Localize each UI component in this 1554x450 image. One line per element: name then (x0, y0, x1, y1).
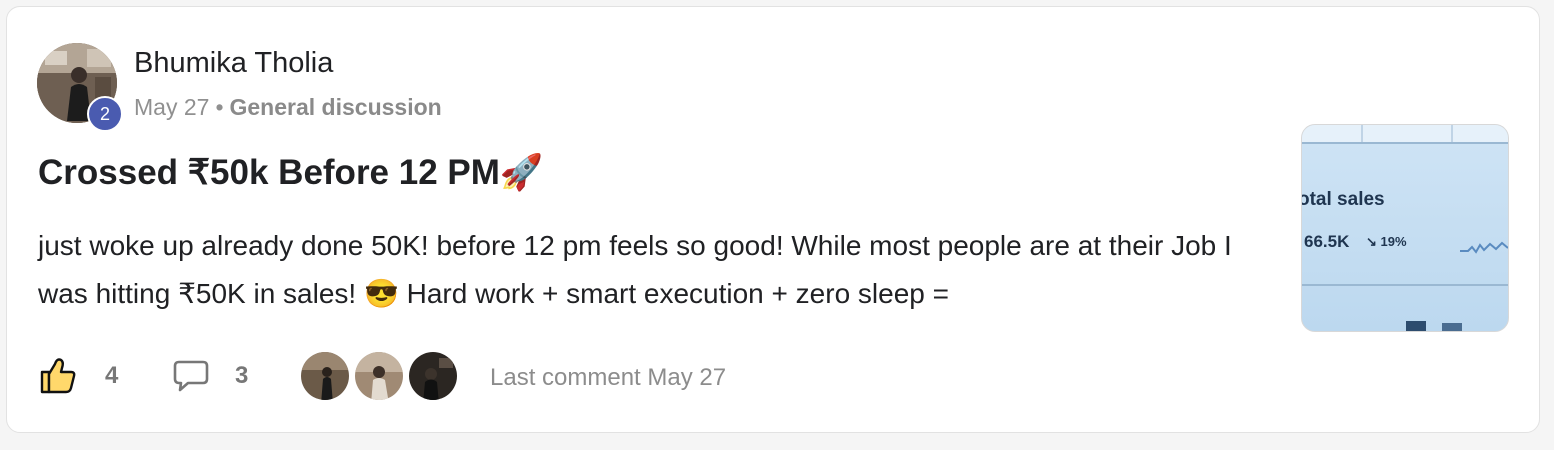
like-button[interactable] (38, 355, 78, 395)
post-meta: May 27 • General discussion (134, 94, 442, 121)
meta-separator: • (215, 94, 224, 120)
last-comment-text: Last comment May 27 (490, 364, 727, 391)
thumbs-up-icon (40, 358, 76, 394)
thumbnail-value: 66.5K (1304, 232, 1350, 251)
post-title[interactable]: Crossed ₹50k Before 12 PM🚀 (38, 152, 543, 193)
thumbnail-label: otal sales (1301, 189, 1385, 210)
speech-bubble-icon (173, 360, 209, 392)
comment-button[interactable] (171, 357, 211, 395)
post-body[interactable]: just woke up already done 50K! before 12… (38, 222, 1268, 318)
author-name[interactable]: Bhumika Tholia (134, 47, 333, 80)
post-date: May 27 (134, 94, 210, 120)
post-card[interactable]: 2 Bhumika Tholia May 27 • General discussi… (6, 6, 1540, 433)
commenter-avatar[interactable] (407, 350, 459, 402)
thumbnail-change: ↘ 19% (1366, 234, 1407, 249)
post-footer: 4 3 Last comment May 27 (38, 347, 1038, 405)
post-thumbnail[interactable]: otal sales 66.5K ↘ 19% (1301, 124, 1509, 332)
like-count: 4 (105, 362, 119, 389)
post-category[interactable]: General discussion (230, 94, 442, 120)
author-avatar-wrap[interactable]: 2 (37, 43, 123, 132)
level-badge: 2 (87, 96, 123, 132)
comment-count: 3 (235, 362, 249, 389)
commenter-avatar[interactable] (299, 350, 351, 402)
commenter-avatar[interactable] (353, 350, 405, 402)
